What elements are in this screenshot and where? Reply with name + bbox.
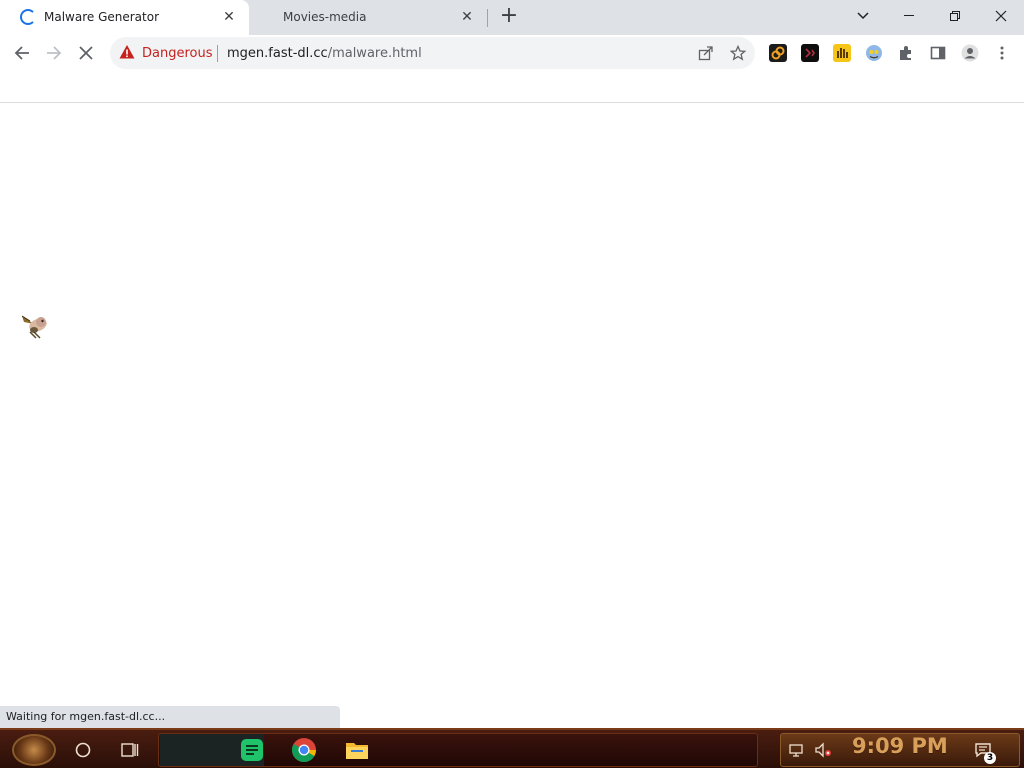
restore-icon [950,11,960,21]
dark-extension-icon[interactable] [801,44,819,62]
security-status-label[interactable]: Dangerous [142,46,213,61]
warning-triangle-icon[interactable] [119,44,135,60]
hand-extension-icon[interactable] [833,44,851,62]
loading-spinner-icon [20,9,36,25]
flying-creature-icon [21,315,47,339]
minimize-icon [904,15,914,16]
star-icon[interactable] [729,44,747,62]
close-icon[interactable]: ✕ [219,7,239,27]
chrome-icon[interactable] [290,736,318,764]
file-explorer-icon[interactable] [343,736,371,764]
tab-title: Malware Generator [44,10,160,24]
close-window-button[interactable] [978,0,1024,32]
stop-loading-button[interactable] [71,38,101,68]
profile-icon[interactable] [961,44,979,62]
tab-strip: Malware Generator ✕ Movies-media ✕ + [0,0,1024,35]
tab-malware-generator[interactable]: Malware Generator ✕ [0,0,249,35]
forward-button[interactable] [39,38,69,68]
kebab-menu-icon[interactable] [993,44,1011,62]
notes-app-icon[interactable] [238,736,266,764]
link-icon[interactable] [769,44,787,62]
face-extension-icon[interactable] [865,44,883,62]
minimize-button[interactable] [886,0,932,32]
address-bar[interactable]: Dangerous mgen.fast-dl.cc/malware.html [110,37,755,69]
arrow-left-icon [14,46,29,60]
side-panel-icon[interactable] [929,44,947,62]
cortana-circle-icon[interactable] [67,734,99,766]
network-icon[interactable] [781,734,811,766]
page-content [0,104,1024,727]
back-button[interactable] [7,38,37,68]
share-icon[interactable] [697,44,715,62]
tab-movies-media[interactable]: Movies-media ✕ [249,0,487,35]
status-bubble: Waiting for mgen.fast-dl.cc... [0,706,340,728]
browser-toolbar: Dangerous mgen.fast-dl.cc/malware.html [0,35,1024,71]
speaker-muted-icon[interactable] [808,734,838,766]
restore-button[interactable] [932,0,978,32]
tab-title: Movies-media [283,10,367,24]
omnibox-divider [217,45,218,62]
tab-search-button[interactable] [840,0,886,32]
close-icon[interactable]: ✕ [457,7,477,27]
start-button[interactable] [12,734,56,766]
new-tab-button[interactable]: + [497,5,521,29]
close-icon [995,10,1007,22]
notification-count-badge: 3 [984,752,996,764]
close-icon [79,46,93,60]
url-path: /malware.html [327,46,422,61]
arrow-right-icon [47,46,62,60]
bookmarks-bar [0,71,1024,103]
url-text[interactable]: mgen.fast-dl.cc/malware.html [227,46,422,61]
task-view-icon[interactable] [114,734,146,766]
taskbar-clock[interactable]: 9:09 PM [852,734,948,758]
tab-separator [487,9,488,27]
url-host: mgen.fast-dl.cc [227,46,328,61]
puzzle-icon[interactable] [897,44,915,62]
chevron-down-icon [857,12,869,20]
